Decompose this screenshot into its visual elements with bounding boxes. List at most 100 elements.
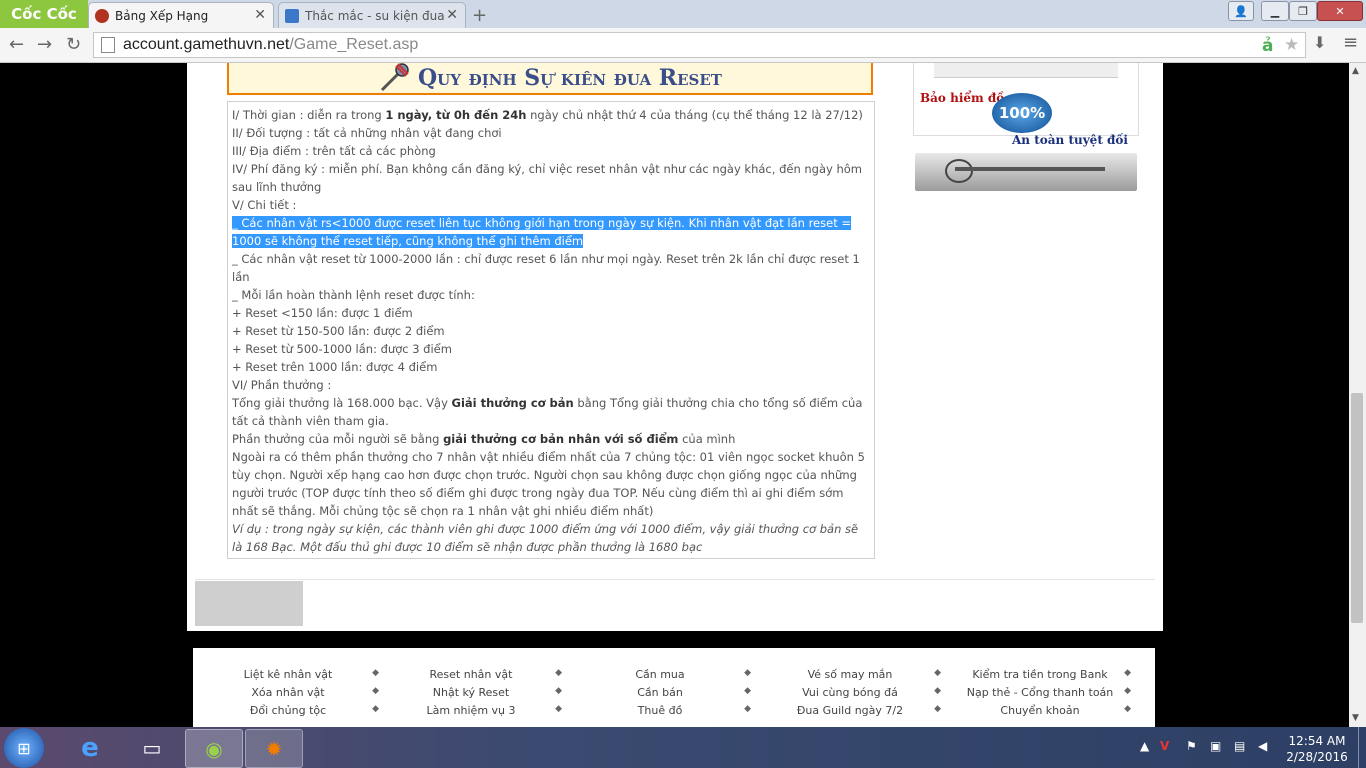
link-want-buy[interactable]: Cần mua ◆ xyxy=(565,668,755,681)
link-rent-items[interactable]: Thuê đồ ◆ xyxy=(565,704,755,717)
rule-line-details: V/ Chi tiết : xyxy=(232,198,297,212)
link-list-characters[interactable]: Liệt kê nhân vật ◆ xyxy=(193,668,383,681)
forward-arrow-icon[interactable]: → xyxy=(37,34,52,55)
tab-title: Bảng Xếp Hạng xyxy=(115,8,209,23)
url-domain: account.gamethuvn.net xyxy=(123,36,290,53)
sort-icon: ◆ xyxy=(934,668,941,678)
back-arrow-icon[interactable]: ← xyxy=(9,34,24,55)
link-check-bank[interactable]: Kiểm tra tiền trong Bank ◆ xyxy=(945,668,1135,681)
links-row: Liệt kê nhân vật ◆ Reset nhân vật ◆ Cần mu… xyxy=(193,668,1155,686)
rule-line-tier3: + Reset từ 500-1000 lần: được 3 điểm xyxy=(232,342,452,356)
coccoc-taskbar-icon[interactable]: ◉ xyxy=(185,729,243,768)
sort-icon: ◆ xyxy=(1124,704,1131,714)
rule-line-rewards: VI/ Phần thưởng : xyxy=(232,378,332,392)
weapon-icon xyxy=(380,63,409,92)
show-desktop-button[interactable] xyxy=(1358,727,1366,768)
reload-icon[interactable]: ↻ xyxy=(66,34,81,55)
user-button[interactable]: 👤 xyxy=(1228,1,1254,21)
link-reset-character[interactable]: Reset nhân vật ◆ xyxy=(376,668,566,681)
address-bar[interactable]: account.gamethuvn.net/Game_Reset.asp ả ★ xyxy=(93,32,1306,58)
scrollbar-thumb[interactable] xyxy=(1351,393,1363,623)
rule-line-extra: Ngoài ra có thêm phần thưởng cho 7 nhân … xyxy=(232,450,865,518)
rule-line-tier4: + Reset trên 1000 lần: được 4 điểm xyxy=(232,360,438,374)
clock-date: 2/28/2016 xyxy=(1286,750,1348,764)
url-text: account.gamethuvn.net/Game_Reset.asp xyxy=(123,36,418,54)
insurance-title: Bảo hiểm đồ xyxy=(920,91,1005,105)
link-lottery[interactable]: Vé số may mắn ◆ xyxy=(755,668,945,681)
rule-line-selected: _ Các nhân vật rs<1000 được reset liên t… xyxy=(232,214,870,250)
close-icon[interactable]: ✕ xyxy=(254,7,266,23)
ie-icon[interactable]: e xyxy=(62,729,118,766)
antivirus-icon[interactable]: V xyxy=(1160,739,1169,753)
link-football[interactable]: Vui cùng bóng đá ◆ xyxy=(755,686,945,699)
tab-thac-mac[interactable]: Thắc mắc - su kiện đua re ✕ xyxy=(278,2,466,28)
link-want-sell[interactable]: Cần bán ◆ xyxy=(565,686,755,699)
network-icon[interactable]: ▤ xyxy=(1234,739,1245,753)
tray-expand-icon[interactable]: ▲ xyxy=(1140,739,1149,753)
explorer-folder-icon[interactable]: ▭ xyxy=(124,729,180,766)
coccoc-logo[interactable]: Cốc Cốc xyxy=(0,0,88,28)
link-top-up[interactable]: Nạp thẻ - Cổng thanh toán ◆ xyxy=(945,686,1135,699)
tab-title: Thắc mắc - su kiện đua re xyxy=(305,8,445,23)
browser-tabstrip: Cốc Cốc Bảng Xếp Hạng ✕ Thắc mắc - su ki… xyxy=(0,0,1366,28)
menu-icon[interactable]: ≡ xyxy=(1343,32,1358,53)
rule-line-fee: IV/ Phí đăng ký : miễn phí. Bạn không cầ… xyxy=(232,162,863,194)
link-guild-race[interactable]: Đua Guild ngày 7/2 ◆ xyxy=(755,704,945,717)
sort-icon: ◆ xyxy=(744,704,751,714)
link-delete-character[interactable]: Xóa nhân vật ◆ xyxy=(193,686,383,699)
links-grid: Liệt kê nhân vật ◆ Reset nhân vật ◆ Cần mu… xyxy=(193,668,1155,722)
rule-line-tier1: + Reset <150 lần: được 1 điểm xyxy=(232,306,413,320)
vertical-scrollbar[interactable]: ▲ ▼ xyxy=(1349,63,1366,727)
weapon-head-icon xyxy=(945,159,973,183)
browser-toolbar: ← → ↻ account.gamethuvn.net/Game_Reset.a… xyxy=(0,28,1366,63)
rule-line-time: I/ Thời gian : diễn ra trong 1 ngày, từ … xyxy=(232,108,863,122)
selected-text: _ Các nhân vật rs<1000 được reset liên t… xyxy=(232,216,851,248)
link-reset-log[interactable]: Nhật ký Reset ◆ xyxy=(376,686,566,699)
content-footer xyxy=(195,579,1155,626)
maximize-button[interactable]: ❐ xyxy=(1289,1,1317,21)
favicon-icon xyxy=(285,8,299,23)
flag-icon[interactable]: ⚑ xyxy=(1186,739,1197,753)
links-row: Xóa nhân vật ◆ Nhật ký Reset ◆ Cần bán ◆ Vu… xyxy=(193,686,1155,704)
minimize-button[interactable]: ▁ xyxy=(1261,1,1289,21)
sort-icon: ◆ xyxy=(934,704,941,714)
page-icon xyxy=(101,37,115,53)
rule-line-limit: _ Các nhân vật reset từ 1000-2000 lần : … xyxy=(232,252,860,284)
game-taskbar-icon[interactable]: ✹ xyxy=(245,729,303,768)
start-button[interactable]: ⊞ xyxy=(4,728,44,768)
rule-line-example: Ví dụ : trong ngày sự kiện, các thành vi… xyxy=(232,522,859,554)
volume-icon[interactable]: ◀ xyxy=(1258,739,1267,753)
tab-bang-xep-hang[interactable]: Bảng Xếp Hạng ✕ xyxy=(88,2,274,28)
sort-icon: ◆ xyxy=(555,686,562,696)
link-change-race[interactable]: Đổi chủng tộc ◆ xyxy=(193,704,383,717)
system-clock[interactable]: 12:54 AM 2/28/2016 xyxy=(1282,733,1352,765)
rule-line-total: Tổng giải thưởng là 168.000 bạc. Vậy Giả… xyxy=(232,396,863,428)
sort-icon: ◆ xyxy=(1124,668,1131,678)
heading-banner: Quy định Sự kiên đua Reset xyxy=(227,63,873,95)
guarantee-seal: 100% xyxy=(992,93,1052,133)
link-transfer[interactable]: Chuyển khoản ◆ xyxy=(945,704,1135,717)
close-icon[interactable]: ✕ xyxy=(446,7,458,23)
url-path: /Game_Reset.asp xyxy=(289,36,419,53)
sort-icon: ◆ xyxy=(934,686,941,696)
close-window-button[interactable]: ✕ xyxy=(1317,1,1363,21)
rules-content: I/ Thời gian : diễn ra trong 1 ngày, từ … xyxy=(227,101,875,559)
favicon-icon xyxy=(95,8,109,23)
footer-links-panel: Liệt kê nhân vật ◆ Reset nhân vật ◆ Cần mu… xyxy=(193,648,1155,727)
download-icon[interactable]: ⬇ xyxy=(1313,33,1326,52)
scroll-down-icon[interactable]: ▼ xyxy=(1352,713,1359,723)
rule-line-location: III/ Địa điểm : trên tất cả các phòng xyxy=(232,144,436,158)
vietnamese-input-icon[interactable]: ả xyxy=(1262,36,1273,56)
new-tab-button[interactable]: + xyxy=(472,5,487,26)
star-icon[interactable]: ★ xyxy=(1284,35,1299,55)
sort-icon: ◆ xyxy=(744,668,751,678)
rule-line-points: _ Mỗi lần hoàn thành lệnh reset được tín… xyxy=(232,288,475,302)
main-content: Quy định Sự kiên đua Reset I/ Thời gian … xyxy=(187,63,1163,631)
footer-block xyxy=(195,581,303,626)
scroll-up-icon[interactable]: ▲ xyxy=(1352,66,1359,76)
device-icon[interactable]: ▣ xyxy=(1210,739,1221,753)
weapon-shaft-icon xyxy=(955,167,1105,171)
link-quest-3[interactable]: Làm nhiệm vụ 3 ◆ xyxy=(376,704,566,717)
page-title: Quy định Sự kiên đua Reset xyxy=(418,65,722,91)
page-viewport: Quy định Sự kiên đua Reset I/ Thời gian … xyxy=(0,63,1349,727)
